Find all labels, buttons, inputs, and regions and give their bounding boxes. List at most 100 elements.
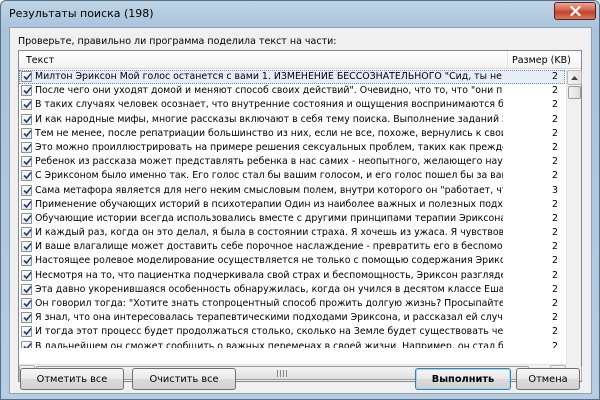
row-text: И каждый раз, когда он это делал, я была… — [35, 227, 503, 239]
row-checkbox[interactable] — [21, 326, 32, 338]
checkmark-icon — [23, 158, 32, 166]
list-item[interactable]: И ваше влагалище может доставить себе по… — [19, 240, 565, 254]
row-checkbox[interactable] — [21, 113, 32, 125]
row-text: Это можно проиллюстрировать на примере р… — [35, 141, 503, 153]
row-checkbox[interactable] — [21, 241, 32, 253]
row-text: Я знал, что она интересовалась терапевти… — [35, 312, 503, 324]
row-text: Тем не менее, после репатриации большинс… — [35, 127, 503, 139]
checkmark-icon — [23, 186, 32, 194]
list-item[interactable]: Тем не менее, после репатриации большинс… — [19, 127, 565, 141]
row-checkbox[interactable] — [21, 283, 32, 295]
row-checkbox[interactable] — [21, 170, 32, 182]
row-size: 2 — [552, 127, 558, 139]
row-checkbox[interactable] — [21, 312, 32, 324]
checkmark-icon — [23, 129, 32, 137]
row-text: Применение обучающих историй в психотера… — [35, 198, 503, 210]
row-checkbox[interactable] — [21, 298, 32, 309]
list-item[interactable]: Сама метафора является для него неким см… — [19, 184, 565, 198]
checkmark-icon — [23, 271, 32, 279]
row-checkbox[interactable] — [21, 85, 32, 97]
row-checkbox[interactable] — [21, 227, 32, 239]
list-item[interactable]: После чего они уходят домой и меняют спо… — [19, 84, 565, 98]
list-item[interactable]: С Эриксоном было именно так. Его голос с… — [19, 169, 565, 183]
checkmark-icon — [23, 172, 32, 180]
vertical-scroll-thumb[interactable] — [568, 86, 581, 99]
scroll-up-button[interactable] — [567, 70, 582, 85]
vertical-scrollbar[interactable] — [566, 70, 582, 381]
row-checkbox[interactable] — [21, 127, 32, 139]
checkmark-icon — [23, 229, 32, 237]
row-checkbox[interactable] — [21, 198, 32, 210]
row-checkbox[interactable] — [21, 340, 32, 348]
checkmark-icon — [23, 328, 32, 336]
row-text: Настоящее ролевое моделирование осуществ… — [35, 255, 503, 267]
grip-icon — [277, 370, 287, 377]
row-text: В дальнейшем он сможет сообщить о важных… — [35, 340, 503, 348]
column-divider[interactable] — [507, 51, 508, 69]
list-item[interactable]: Обучающие истории всегда использовались … — [19, 212, 565, 226]
row-text: Милтон Эриксон Мой голос останется с вам… — [35, 71, 503, 82]
close-icon — [569, 6, 581, 16]
row-checkbox[interactable] — [21, 99, 32, 111]
row-size: 3 — [552, 184, 558, 196]
column-header-text[interactable]: Текст — [26, 55, 54, 66]
row-text: После чего они уходят домой и меняют спо… — [35, 85, 503, 97]
list-item[interactable]: Применение обучающих историй в психотера… — [19, 198, 565, 212]
row-size: 2 — [552, 283, 558, 295]
list-item[interactable]: В таких случаях человек осознает, что вн… — [19, 98, 565, 112]
row-checkbox[interactable] — [21, 141, 32, 153]
list-item[interactable]: Милтон Эриксон Мой голос останется с вам… — [19, 70, 565, 85]
list-rows: Милтон Эриксон Мой голос останется с вам… — [19, 70, 565, 348]
row-checkbox[interactable] — [21, 71, 32, 82]
row-checkbox[interactable] — [21, 269, 32, 281]
checkmark-icon — [23, 87, 32, 95]
checkmark-icon — [23, 200, 32, 208]
row-size: 2 — [552, 241, 558, 253]
row-text: Несмотря на то, что пациентка подчеркива… — [35, 269, 503, 281]
list-header: Текст Размер (KB) — [19, 51, 581, 69]
row-size: 2 — [552, 71, 558, 82]
row-checkbox[interactable] — [21, 212, 32, 224]
close-button[interactable] — [554, 2, 596, 20]
list-item[interactable]: В дальнейшем он сможет сообщить о важных… — [19, 340, 565, 348]
title-bar[interactable]: Результаты поиска (198) — [1, 1, 599, 27]
list-item[interactable]: Настоящее ролевое моделирование осуществ… — [19, 254, 565, 268]
execute-button[interactable]: Выполнить — [415, 368, 511, 390]
row-size: 2 — [552, 255, 558, 267]
list-item[interactable]: И каждый раз, когда он это делал, я была… — [19, 226, 565, 240]
row-size: 2 — [552, 312, 558, 324]
checkmark-icon — [23, 299, 32, 308]
row-size: 2 — [552, 340, 558, 348]
row-size: 2 — [552, 212, 558, 224]
window-title: Результаты поиска (198) — [9, 7, 154, 20]
row-text: Сама метафора является для него неким см… — [35, 184, 503, 196]
instruction-text: Проверьте, правильно ли программа подели… — [18, 36, 337, 47]
row-checkbox[interactable] — [21, 156, 32, 168]
list-item[interactable]: Я знал, что она интересовалась терапевти… — [19, 311, 565, 325]
clear-all-button[interactable]: Очистить все — [132, 368, 236, 390]
row-size: 2 — [552, 269, 558, 281]
search-results-dialog: Результаты поиска (198) Проверьте, прави… — [0, 0, 600, 400]
list-item[interactable]: И тогда этот процесс будет продолжаться … — [19, 325, 565, 339]
column-header-size[interactable]: Размер (KB) — [512, 55, 571, 66]
row-size: 2 — [552, 170, 558, 182]
row-size: 2 — [552, 141, 558, 153]
list-item[interactable]: И как народные мифы, многие рассказы вкл… — [19, 113, 565, 127]
row-text: И как народные мифы, многие рассказы вкл… — [35, 113, 503, 125]
row-size: 2 — [552, 113, 558, 125]
row-size: 2 — [552, 99, 558, 111]
list-item[interactable]: Несмотря на то, что пациентка подчеркива… — [19, 269, 565, 283]
checkmark-icon — [23, 314, 32, 322]
list-item[interactable]: Он говорил тогда: "Хотите знать стопроце… — [19, 297, 565, 311]
row-checkbox[interactable] — [21, 255, 32, 267]
row-checkbox[interactable] — [21, 184, 32, 196]
cancel-button[interactable]: Отмена — [516, 368, 580, 390]
check-all-button[interactable]: Отметить все — [20, 368, 124, 390]
list-item[interactable]: Эта давно укоренившаяся особенность обна… — [19, 283, 565, 297]
row-text: С Эриксоном было именно так. Его голос с… — [35, 170, 503, 182]
checkmark-icon — [23, 243, 32, 251]
list-item[interactable]: Ребенок из рассказа может представлять р… — [19, 155, 565, 169]
list-item[interactable]: Это можно проиллюстрировать на примере р… — [19, 141, 565, 155]
checkmark-icon — [23, 115, 32, 123]
row-size: 2 — [552, 85, 558, 97]
